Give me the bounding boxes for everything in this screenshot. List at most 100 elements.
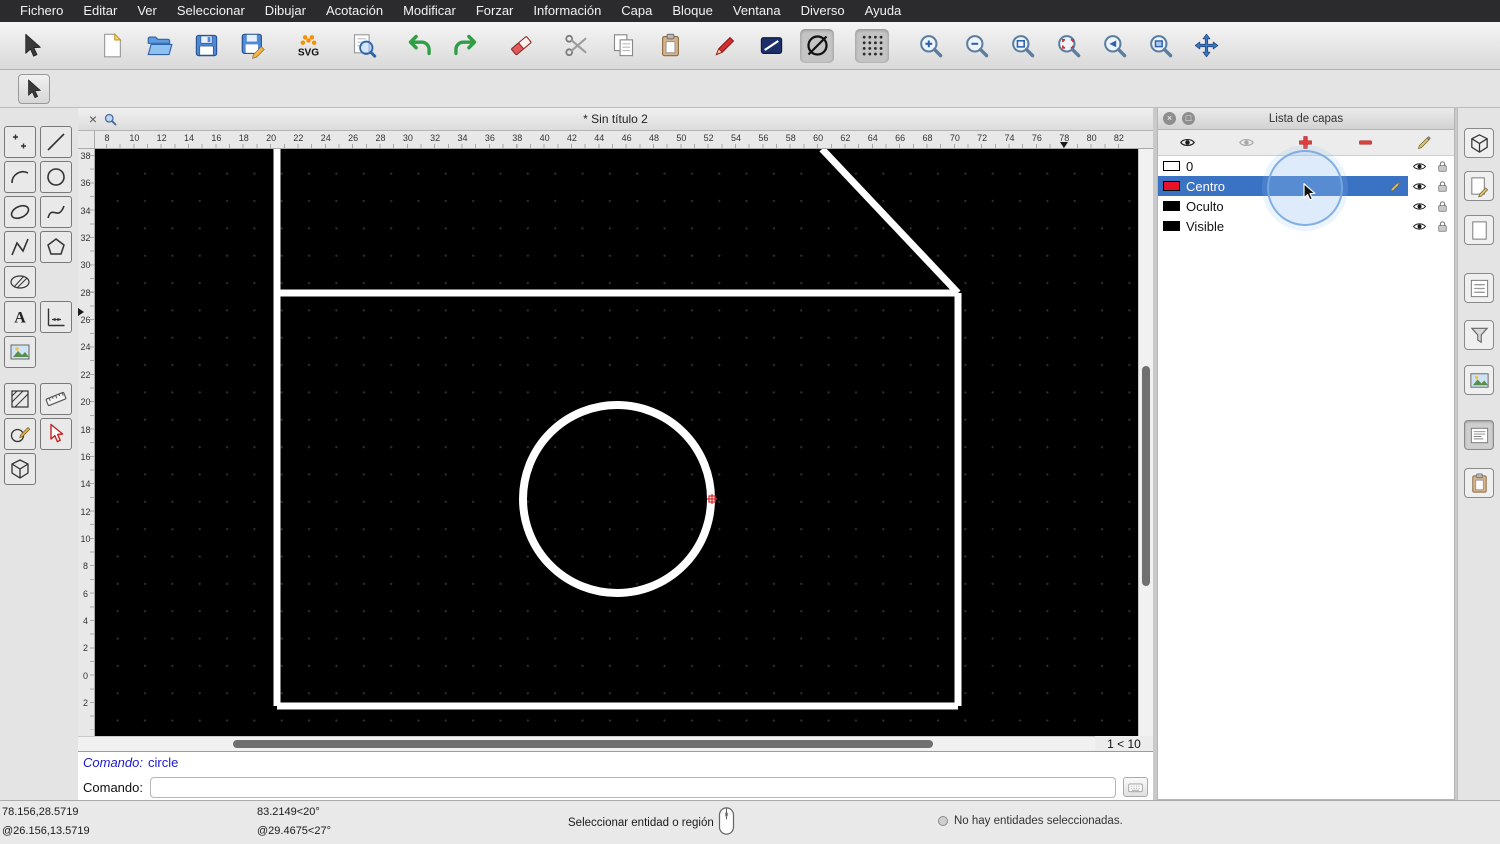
zoom-in-button[interactable] [913, 29, 947, 63]
remove-layer-button[interactable] [1357, 134, 1374, 151]
save-as-button[interactable] [236, 29, 270, 63]
menu-diverso[interactable]: Diverso [791, 0, 855, 22]
menu-ver[interactable]: Ver [127, 0, 167, 22]
drawing-canvas[interactable] [95, 149, 1138, 736]
layer-row-centro[interactable]: Centro [1158, 176, 1454, 196]
menu-ventana[interactable]: Ventana [723, 0, 791, 22]
layer-lock-icon[interactable] [1431, 179, 1454, 194]
status-dot-icon [938, 816, 948, 826]
cut-button[interactable] [559, 29, 593, 63]
vertical-scrollbar-thumb[interactable] [1142, 366, 1150, 586]
pencil-icon [1416, 134, 1433, 151]
construction-lines-button[interactable] [800, 28, 834, 63]
tool-line-button[interactable] [40, 126, 72, 158]
tool-points-button[interactable] [4, 126, 36, 158]
layer-row-main[interactable]: 0 [1158, 156, 1408, 176]
menu-informacion[interactable]: Información [523, 0, 611, 22]
zoom-auto-button[interactable] [1005, 29, 1039, 63]
panel-float-button[interactable]: □ [1182, 112, 1195, 125]
dock-block-list-button[interactable] [1464, 273, 1494, 303]
layer-row-0[interactable]: 0 [1158, 156, 1454, 176]
layer-row-main[interactable]: Visible [1158, 216, 1408, 236]
menu-dibujar[interactable]: Dibujar [255, 0, 316, 22]
keyboard-toggle-button[interactable] [1123, 777, 1148, 797]
tool-circle-button[interactable] [40, 161, 72, 193]
menu-acotacion[interactable]: Acotación [316, 0, 393, 22]
layer-visibility-eye-icon[interactable] [1408, 199, 1431, 214]
v-ruler-number: 6 [82, 588, 88, 599]
dock-new-panel-button[interactable] [1464, 215, 1494, 245]
show-all-layers-button[interactable] [1179, 134, 1196, 151]
grid-toggle-button[interactable] [855, 28, 889, 63]
layer-lock-icon[interactable] [1431, 219, 1454, 234]
menu-bloque[interactable]: Bloque [662, 0, 722, 22]
tool-select-red-button[interactable] [40, 418, 72, 450]
zoom-pan-button[interactable] [1189, 29, 1223, 63]
layer-row-oculto[interactable]: Oculto [1158, 196, 1454, 216]
entity-attributes-button[interactable] [754, 29, 788, 63]
layer-edit-pencil-icon[interactable] [1389, 180, 1402, 193]
menu-seleccionar[interactable]: Seleccionar [167, 0, 255, 22]
select-tool-button[interactable] [18, 73, 50, 104]
tool-cube-button[interactable] [4, 453, 36, 485]
dock-clipboard-button[interactable] [1464, 468, 1494, 498]
erase-button[interactable] [504, 29, 538, 63]
tool-arc-button[interactable] [4, 161, 36, 193]
copy-button[interactable] [606, 29, 640, 63]
tool-dimension-button[interactable] [40, 301, 72, 333]
zoom-window-button[interactable] [1143, 29, 1177, 63]
hide-all-layers-button[interactable] [1238, 134, 1255, 151]
print-preview-button[interactable] [346, 29, 380, 63]
zoom-redraw-button[interactable] [1051, 29, 1085, 63]
tool-ellipse-button[interactable] [4, 196, 36, 228]
dock-command-widget-button[interactable] [1464, 420, 1494, 450]
layer-lock-icon[interactable] [1431, 159, 1454, 174]
tool-image-button[interactable] [4, 336, 36, 368]
menu-editar[interactable]: Editar [73, 0, 127, 22]
tool-modify-button[interactable] [4, 418, 36, 450]
select-button[interactable] [15, 29, 49, 63]
layer-row-visible[interactable]: Visible [1158, 216, 1454, 236]
tool-polygon-button[interactable] [40, 231, 72, 263]
layer-row-main[interactable]: Centro [1158, 176, 1408, 196]
menu-capa[interactable]: Capa [611, 0, 662, 22]
new-document-button[interactable] [95, 29, 129, 63]
menu-ayuda[interactable]: Ayuda [855, 0, 912, 22]
command-input[interactable] [149, 776, 1116, 798]
status-hint: Seleccionar entidad o región [568, 817, 714, 829]
dock-3d-view-button[interactable] [1464, 128, 1494, 158]
close-document-icon[interactable]: × [86, 109, 100, 129]
add-layer-button[interactable] [1297, 134, 1314, 151]
dock-library-button[interactable] [1464, 365, 1494, 395]
undo-button[interactable] [402, 29, 436, 63]
layer-lock-icon[interactable] [1431, 199, 1454, 214]
menu-modificar[interactable]: Modificar [393, 0, 466, 22]
open-file-button[interactable] [142, 29, 176, 63]
tool-spline-button[interactable] [40, 196, 72, 228]
dock-filter-button[interactable] [1464, 320, 1494, 350]
vertical-scrollbar[interactable] [1138, 149, 1153, 736]
panel-close-button[interactable]: × [1163, 112, 1176, 125]
save-button[interactable] [189, 29, 223, 63]
tool-explode-button[interactable] [4, 383, 36, 415]
export-svg-button[interactable]: SVG [291, 29, 325, 63]
menu-fichero[interactable]: Fichero [10, 0, 73, 22]
tool-text-button[interactable]: A [4, 301, 36, 333]
dock-block-editor-button[interactable] [1464, 171, 1494, 201]
layer-visibility-eye-icon[interactable] [1408, 179, 1431, 194]
horizontal-scrollbar-thumb[interactable] [233, 740, 933, 748]
layer-visibility-eye-icon[interactable] [1408, 159, 1431, 174]
zoom-out-button[interactable] [959, 29, 993, 63]
menu-forzar[interactable]: Forzar [466, 0, 524, 22]
paste-button[interactable] [653, 29, 687, 63]
tool-measure-button[interactable] [40, 383, 72, 415]
horizontal-scrollbar[interactable] [78, 736, 1095, 751]
redo-button[interactable] [448, 29, 482, 63]
zoom-previous-button[interactable] [1097, 29, 1131, 63]
tool-polyline-button[interactable] [4, 231, 36, 263]
pen-edit-button[interactable] [708, 29, 742, 63]
layer-row-main[interactable]: Oculto [1158, 196, 1408, 216]
edit-layer-button[interactable] [1416, 134, 1433, 151]
tool-hatch-button[interactable] [4, 266, 36, 298]
layer-visibility-eye-icon[interactable] [1408, 219, 1431, 234]
